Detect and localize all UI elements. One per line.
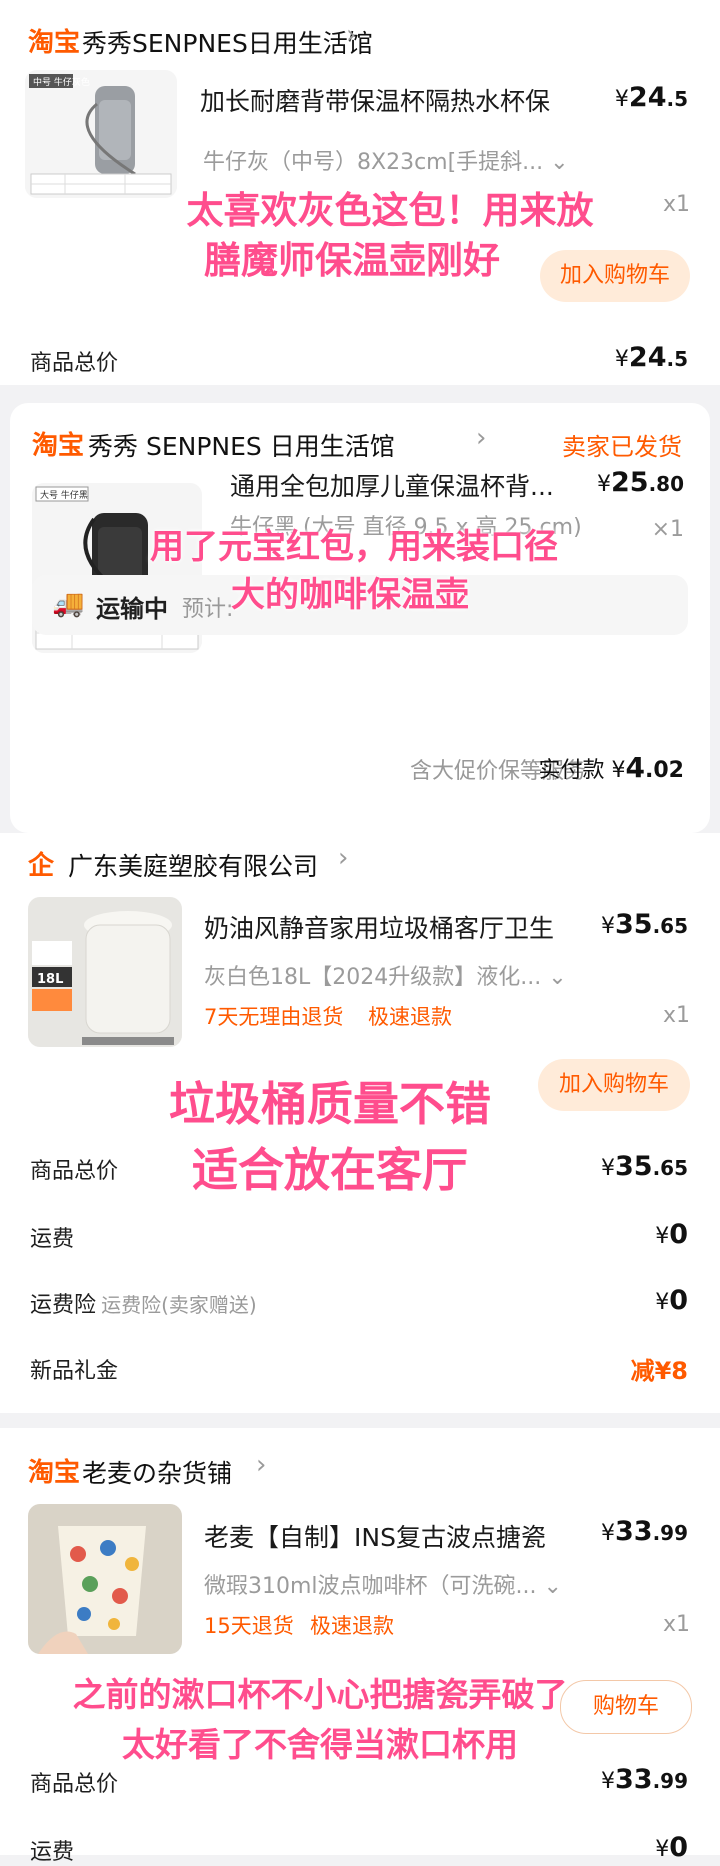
total-price: ¥35.65 (600, 1151, 688, 1182)
product-thumbnail[interactable]: 中号 牛仔灰色 (25, 70, 177, 198)
store-name[interactable]: 秀秀SENPNES日用生活馆 (82, 24, 373, 60)
gift-value: 减¥8 (630, 1357, 688, 1385)
thumb-badge: 中号 牛仔灰色 (33, 76, 90, 88)
product-image-cup (28, 1504, 182, 1654)
product-quantity: x1 (662, 1612, 690, 1637)
order-card-4: 淘宝 老麦の杂货铺 › 老麦【自制】INS复古波点搪瓷 ¥33.99 微瑕310… (0, 1428, 720, 1865)
insurance-fee: ¥0 (655, 1285, 688, 1316)
company-icon: 企 (28, 851, 55, 881)
tag-return-policy: 15天退货 (204, 1614, 294, 1638)
total-price: ¥33.99 (600, 1764, 688, 1795)
gift-label: 新品礼金 (30, 1359, 119, 1384)
taobao-logo: 淘宝 (28, 1458, 81, 1488)
shipping-label: 运费 (30, 1840, 75, 1865)
tag-fast-refund: 极速退款 (310, 1614, 394, 1638)
store-name[interactable]: 秀秀 SENPNES 日用生活馆 (88, 427, 395, 463)
tag-return-policy: 7天无理由退货 (204, 1005, 344, 1029)
total-label: 商品总价 (30, 351, 119, 376)
store-name[interactable]: 老麦の杂货铺 (82, 1454, 232, 1490)
overlay-line-2: 膳魔师保温壶刚好 (204, 239, 500, 282)
shipping-label: 运费 (30, 1227, 75, 1252)
chevron-down-icon: ⌄ (543, 1574, 562, 1599)
total-label: 商品总价 (30, 1772, 119, 1797)
paid-label: 实付款 (538, 758, 605, 783)
add-to-cart-button[interactable]: 加入购物车 (538, 1059, 690, 1111)
chevron-right-icon[interactable]: › (476, 423, 486, 453)
total-label: 商品总价 (30, 1159, 119, 1184)
product-price: ¥24.5 (614, 82, 688, 113)
chevron-down-icon: ⌄ (550, 150, 569, 175)
product-price: ¥33.99 (600, 1516, 688, 1547)
order-card-2: 淘宝 秀秀 SENPNES 日用生活馆 › 卖家已发货 大号 牛仔黑 通用全包加… (10, 403, 710, 833)
product-title[interactable]: 老麦【自制】INS复古波点搪瓷 (204, 1518, 584, 1554)
review-overlay: 用了元宝红包，用来装口径 大的咖啡保温壶 (150, 523, 558, 619)
product-image-trashcan: 18L (28, 897, 182, 1047)
store-name[interactable]: 广东美庭塑胶有限公司 (68, 847, 318, 883)
insurance-note: 运费险(卖家赠送) (101, 1293, 257, 1317)
overlay-line-2: 太好看了不舍得当漱口杯用 (122, 1725, 518, 1764)
overlay-line-1: 太喜欢灰色这包！用来放 (186, 189, 594, 232)
product-quantity: ×1 (651, 517, 684, 542)
shipping-fee: ¥0 (655, 1219, 688, 1250)
shipping-fee: ¥0 (655, 1832, 688, 1863)
review-overlay: 太喜欢灰色这包！用来放 膳魔师保温壶刚好 (180, 186, 600, 286)
order-status: 卖家已发货 (562, 433, 682, 461)
product-title[interactable]: 通用全包加厚儿童保温杯背... (230, 467, 620, 503)
overlay-line-2: 适合放在客厅 (192, 1143, 468, 1197)
order-card-1: 淘宝 秀秀SENPNES日用生活馆 › 中号 牛仔灰色 加长耐磨背带保温杯隔热水… (0, 0, 720, 385)
product-quantity: x1 (662, 192, 690, 217)
chevron-right-icon[interactable]: › (256, 1450, 266, 1480)
chevron-right-icon[interactable]: › (346, 20, 356, 50)
product-price: ¥25.80 (596, 467, 684, 498)
thumb-badge: 18L (37, 972, 63, 987)
review-overlay: 之前的漱口杯不小心把搪瓷弄破了 太好看了不舍得当漱口杯用 (40, 1670, 600, 1770)
product-sku[interactable]: 牛仔灰（中号）8X23cm[手提斜... ⌄ (203, 144, 583, 176)
product-sku[interactable]: 灰白色18L【2024升级款】液化... ⌄ (204, 959, 614, 991)
insurance-label: 运费险 (30, 1293, 97, 1318)
review-overlay: 垃圾桶质量不错 适合放在客厅 (120, 1071, 540, 1203)
thumb-badge: 大号 牛仔黑 (40, 489, 88, 501)
overlay-line-1: 之前的漱口杯不小心把搪瓷弄破了 (72, 1675, 568, 1714)
total-price: ¥24.5 (614, 342, 688, 373)
taobao-logo: 淘宝 (28, 28, 81, 58)
product-sku[interactable]: 微瑕310ml波点咖啡杯（可洗碗... ⌄ (204, 1568, 614, 1600)
chevron-down-icon: ⌄ (548, 965, 567, 990)
overlay-line-1: 垃圾桶质量不错 (169, 1077, 491, 1131)
truck-icon: 🚚 (52, 589, 85, 619)
chevron-right-icon[interactable]: › (338, 843, 348, 873)
order-card-3: 企 广东美庭塑胶有限公司 › 18L 奶油风静音家用垃圾桶客厅卫生 ¥35.65… (0, 833, 720, 1413)
product-image-bag: 中号 牛仔灰色 (25, 70, 177, 198)
product-thumbnail[interactable]: 18L (28, 897, 182, 1047)
insurance-row: 运费险 运费险(卖家赠送) (30, 1287, 257, 1319)
product-title[interactable]: 加长耐磨背带保温杯隔热水杯保 (200, 82, 580, 118)
product-price: ¥35.65 (600, 909, 688, 940)
overlay-line-2: 大的咖啡保温壶 (231, 575, 469, 615)
product-thumbnail[interactable] (28, 1504, 182, 1654)
product-quantity: x1 (662, 1003, 690, 1028)
paid-amount: 实付款 ¥4.02 (538, 751, 684, 784)
overlay-line-1: 用了元宝红包，用来装口径 (150, 527, 558, 567)
taobao-logo: 淘宝 (32, 431, 85, 461)
tag-fast-refund: 极速退款 (368, 1005, 452, 1029)
product-title[interactable]: 奶油风静音家用垃圾桶客厅卫生 (204, 909, 584, 945)
